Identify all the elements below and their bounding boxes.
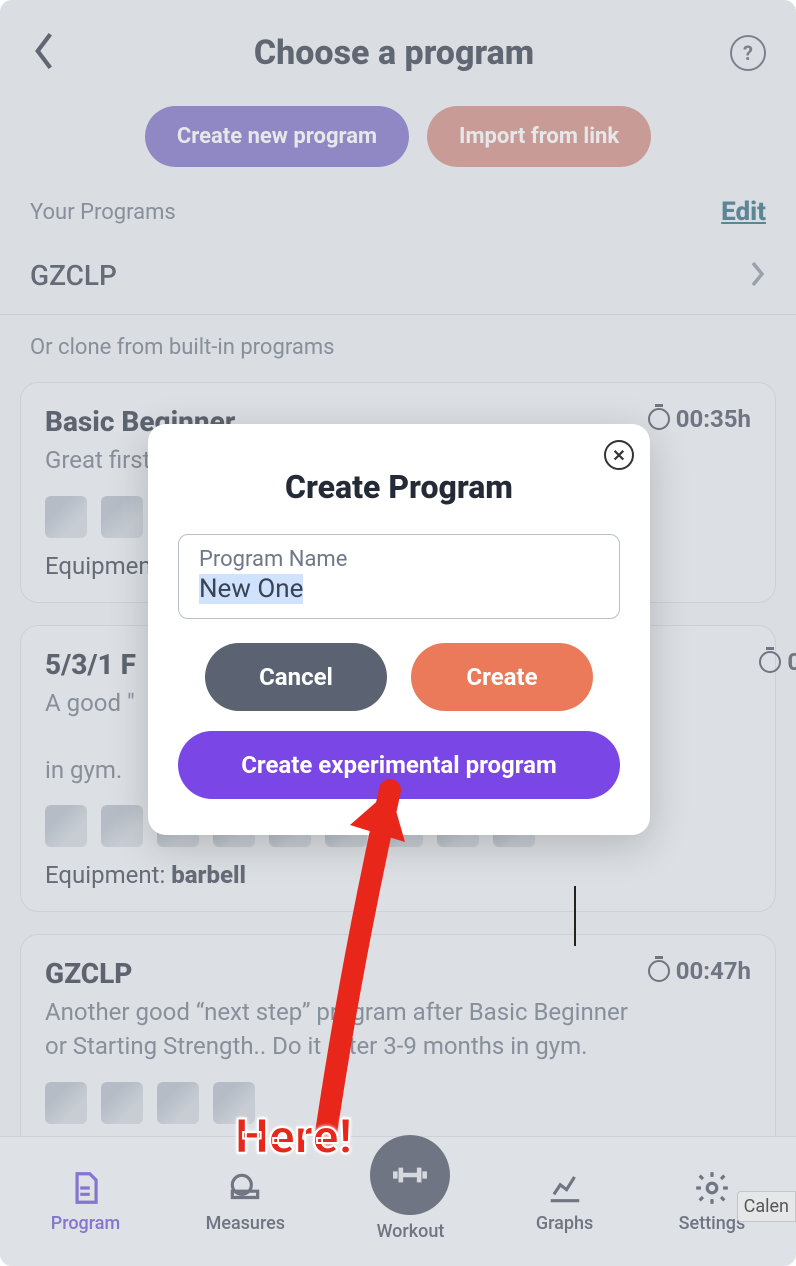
import-from-link-button[interactable]: Import from link (427, 106, 651, 167)
duration-badge: 00:35h (648, 405, 751, 433)
nav-settings[interactable]: Settings (679, 1169, 746, 1234)
nav-workout[interactable]: Workout (370, 1161, 450, 1242)
your-programs-label: Your Programs (30, 200, 176, 225)
user-program-name: GZCLP (30, 259, 117, 292)
header: Choose a program ? (0, 0, 796, 96)
tape-icon (226, 1169, 264, 1207)
nav-graphs[interactable]: Graphs (536, 1169, 593, 1234)
duration-badge: 00:47h (648, 957, 751, 985)
help-icon[interactable]: ? (730, 35, 766, 71)
stopwatch-icon (648, 408, 670, 430)
stopwatch-icon (648, 960, 670, 982)
app-screen: Choose a program ? Create new program Im… (0, 0, 796, 1266)
duration-badge: 02:12h (759, 648, 796, 676)
chevron-right-icon (750, 260, 766, 292)
top-action-buttons: Create new program Import from link (0, 96, 796, 187)
exercise-icons (45, 1082, 751, 1124)
document-icon (66, 1169, 104, 1207)
exercise-icon (45, 805, 87, 847)
modal-title: Create Program (178, 468, 620, 506)
nav-measures[interactable]: Measures (206, 1169, 285, 1234)
input-label: Program Name (199, 547, 599, 572)
your-programs-header: Your Programs Edit (0, 187, 796, 241)
exercise-icon (213, 1082, 255, 1124)
text-cursor (574, 886, 576, 946)
exercise-icon (45, 1082, 87, 1124)
exercise-icon (157, 1082, 199, 1124)
input-value: New One (199, 574, 303, 604)
exercise-icon (101, 496, 143, 538)
edit-programs-link[interactable]: Edit (721, 197, 766, 227)
create-new-program-button[interactable]: Create new program (145, 106, 409, 167)
modal-button-row: Cancel Create (178, 643, 620, 711)
page-title: Choose a program (254, 33, 534, 73)
clone-section-label: Or clone from built-in programs (0, 315, 796, 382)
calendar-peek-tab[interactable]: Calen (737, 1191, 796, 1222)
builtin-program-card[interactable]: GZCLP Another good “next step” program a… (20, 934, 776, 1160)
bottom-nav: Program Measures Workout Graphs Settings (0, 1136, 796, 1266)
user-program-row[interactable]: GZCLP (0, 241, 796, 315)
program-name-input[interactable]: Program Name New One (178, 534, 620, 619)
dumbbell-icon (370, 1135, 450, 1215)
nav-program[interactable]: Program (51, 1169, 120, 1234)
modal-close-button[interactable]: ✕ (604, 440, 634, 470)
chart-icon (546, 1169, 584, 1207)
builtin-card-title: GZCLP (45, 957, 636, 990)
back-button[interactable] (30, 30, 58, 76)
builtin-card-subtitle: Another good “next step” program after B… (45, 996, 636, 1063)
cancel-button[interactable]: Cancel (205, 643, 387, 711)
stopwatch-icon (759, 651, 781, 673)
exercise-icon (101, 1082, 143, 1124)
gear-icon (693, 1169, 731, 1207)
exercise-icon (101, 805, 143, 847)
equipment-line: Equipment: barbell (45, 861, 751, 889)
create-experimental-button[interactable]: Create experimental program (178, 731, 620, 799)
exercise-icon (45, 496, 87, 538)
create-program-modal: ✕ Create Program Program Name New One Ca… (148, 424, 650, 835)
create-button[interactable]: Create (411, 643, 593, 711)
